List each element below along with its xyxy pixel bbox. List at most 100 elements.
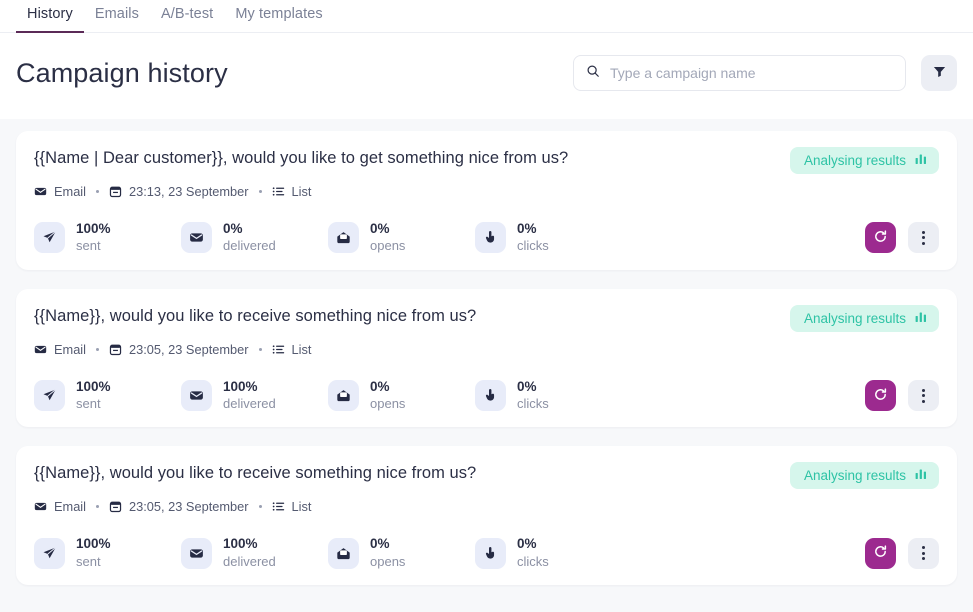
page-header: Campaign history xyxy=(0,33,973,119)
refresh-button[interactable] xyxy=(865,222,896,254)
tab-my-templates-label: My templates xyxy=(235,6,323,22)
campaign-card[interactable]: {{Name | Dear customer}}, would you like… xyxy=(16,131,957,270)
bar-chart-icon xyxy=(915,311,927,326)
campaign-audience: List xyxy=(291,184,312,199)
envelope-open-icon xyxy=(328,537,359,569)
tab-ab-test-label: A/B-test xyxy=(160,6,214,22)
refresh-button[interactable] xyxy=(865,380,896,412)
stat-sent-value: 100% xyxy=(76,536,111,552)
meta-separator xyxy=(96,190,99,193)
status-badge-label: Analysing results xyxy=(803,468,906,484)
envelope-icon xyxy=(34,343,47,356)
stat-sent: 100% sent xyxy=(34,536,181,570)
stat-opens-value: 0% xyxy=(370,536,390,552)
stat-delivered: 0% delivered xyxy=(181,221,328,255)
paper-plane-icon xyxy=(34,380,65,412)
campaign-channel: Email xyxy=(54,341,86,357)
campaign-audience: List xyxy=(291,341,312,357)
stat-clicks-label: clicks xyxy=(517,395,549,411)
status-badge: Analysing results xyxy=(789,304,939,332)
campaign-card-header: {{Name}}, would you like to receive some… xyxy=(34,462,939,490)
meta-separator xyxy=(96,347,99,351)
calendar-icon xyxy=(109,343,122,356)
status-badge-label: Analysing results xyxy=(803,310,906,326)
tab-my-templates[interactable]: My templates xyxy=(224,0,333,33)
tab-ab-test[interactable]: A/B-test xyxy=(150,0,224,33)
pointer-hand-icon xyxy=(475,380,506,412)
refresh-button[interactable] xyxy=(865,537,896,569)
campaign-datetime: 23:05, 23 September xyxy=(129,341,249,357)
refresh-icon xyxy=(873,387,888,405)
stat-opens-value: 0% xyxy=(370,221,390,236)
search-input[interactable] xyxy=(610,65,893,81)
status-badge-label: Analysing results xyxy=(803,153,906,168)
funnel-icon xyxy=(932,64,947,82)
stat-opens-label: opens xyxy=(370,395,406,411)
envelope-icon xyxy=(34,500,47,513)
stat-opens-label: opens xyxy=(370,238,406,254)
campaign-meta: Email 23:05, 23 September List xyxy=(34,342,939,357)
search-icon xyxy=(586,64,600,83)
list-icon xyxy=(272,185,285,198)
campaign-channel: Email xyxy=(54,184,86,199)
meta-separator xyxy=(258,190,262,193)
tab-history[interactable]: History xyxy=(16,0,84,33)
bar-chart-icon xyxy=(915,153,927,168)
campaign-title: {{Name}}, would you like to receive some… xyxy=(34,464,477,483)
status-badge: Analysing results xyxy=(789,147,939,174)
stat-delivered-label: delivered xyxy=(223,395,276,411)
stat-sent-value: 100% xyxy=(76,378,111,394)
stat-clicks-label: clicks xyxy=(517,238,549,254)
stat-sent-label: sent xyxy=(76,395,101,411)
campaign-stats: 100% sent 0% delivered 0% opens 0% click… xyxy=(34,221,939,255)
meta-separator xyxy=(258,347,262,351)
list-icon xyxy=(272,343,285,356)
campaign-channel: Email xyxy=(54,499,86,515)
filter-button[interactable] xyxy=(921,55,957,91)
stat-opens: 0% opens xyxy=(328,379,475,413)
envelope-icon xyxy=(34,185,47,198)
stat-clicks: 0% clicks xyxy=(475,536,622,570)
page-title: Campaign history xyxy=(16,57,228,88)
stat-delivered: 100% delivered xyxy=(181,379,328,413)
stat-opens: 0% opens xyxy=(328,221,475,255)
paper-plane-icon xyxy=(34,537,65,569)
more-options-button[interactable] xyxy=(908,380,939,412)
campaign-datetime: 23:13, 23 September xyxy=(129,184,249,199)
stat-sent-label: sent xyxy=(76,553,101,569)
stat-clicks-label: clicks xyxy=(517,553,549,569)
tab-history-label: History xyxy=(27,6,73,22)
campaign-actions xyxy=(865,222,939,254)
campaign-stats: 100% sent 100% delivered 0% opens 0% cli… xyxy=(34,379,939,413)
pointer-hand-icon xyxy=(475,537,506,569)
list-icon xyxy=(272,500,285,513)
campaign-datetime: 23:05, 23 September xyxy=(129,499,249,515)
tab-bar: History Emails A/B-test My templates xyxy=(0,0,973,33)
calendar-icon xyxy=(109,185,122,198)
envelope-closed-icon xyxy=(181,537,212,569)
campaign-card[interactable]: {{Name}}, would you like to receive some… xyxy=(16,288,957,428)
stat-sent: 100% sent xyxy=(34,221,181,255)
stat-sent: 100% sent xyxy=(34,379,181,413)
campaign-title: {{Name | Dear customer}}, would you like… xyxy=(34,149,569,167)
search-field[interactable] xyxy=(573,55,906,91)
stat-delivered-value: 100% xyxy=(223,536,258,552)
more-options-button[interactable] xyxy=(908,222,939,254)
pointer-hand-icon xyxy=(475,222,506,254)
bar-chart-icon xyxy=(915,468,927,483)
header-controls xyxy=(573,55,957,91)
kebab-menu-icon xyxy=(922,230,925,245)
stat-delivered-label: delivered xyxy=(223,238,276,254)
kebab-menu-icon xyxy=(922,546,925,561)
stat-delivered: 100% delivered xyxy=(181,536,328,570)
campaign-actions xyxy=(865,537,939,569)
stat-clicks: 0% clicks xyxy=(475,221,622,255)
stat-clicks: 0% clicks xyxy=(475,379,622,413)
tab-emails[interactable]: Emails xyxy=(84,0,150,33)
stat-sent-label: sent xyxy=(76,238,101,254)
campaign-card-header: {{Name}}, would you like to receive some… xyxy=(34,304,939,332)
campaign-card[interactable]: {{Name}}, would you like to receive some… xyxy=(16,446,957,586)
stat-opens-value: 0% xyxy=(370,378,390,394)
status-badge: Analysing results xyxy=(789,462,939,490)
more-options-button[interactable] xyxy=(908,537,939,569)
